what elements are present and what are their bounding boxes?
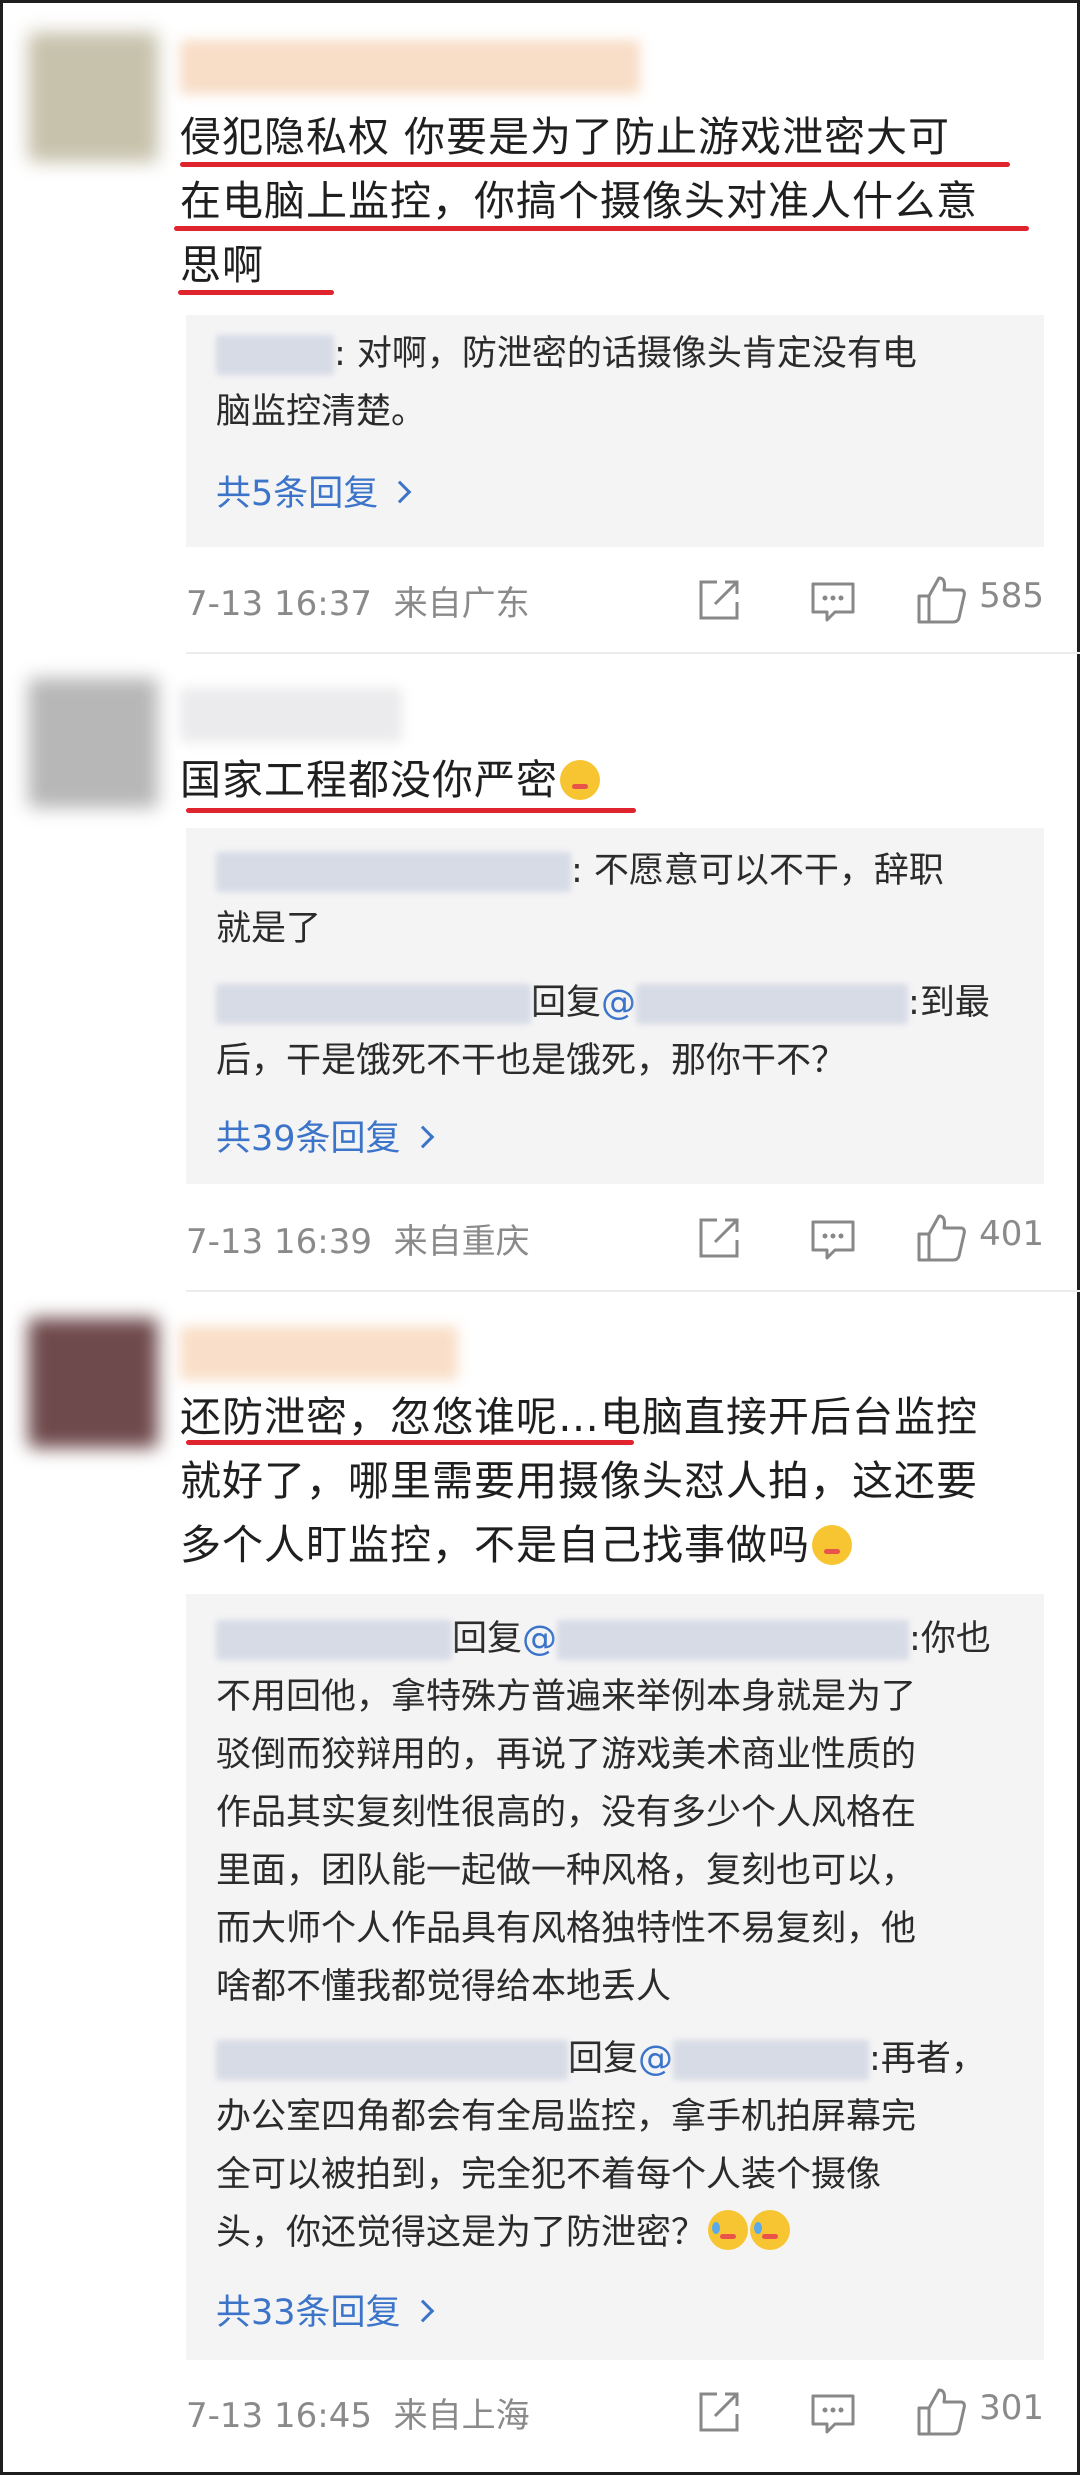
share-icon[interactable] [689,2382,749,2442]
reply-item-cont: 啥都不懂我都觉得给本地丢人 [216,1967,672,2007]
mention-username[interactable] [636,984,909,1024]
comment-footer: 7-13 16:37 来自广东 585 [186,570,1044,630]
reply-item-cont: 驳倒而狡辩用的，再说了游戏美术商业性质的 [216,1735,917,1775]
like-icon[interactable] [911,1208,971,1268]
share-icon[interactable] [689,1208,749,1268]
reply-item-cont: 后，干是饿死不干也是饿死，那你干不？ [216,1041,847,1081]
reply-username[interactable] [216,2040,568,2080]
comment-footer: 7-13 16:45 来自上海 301 [186,2382,1044,2442]
comment-footer: 7-13 16:39 来自重庆 401 [186,1208,1044,1268]
avatar[interactable] [28,678,158,808]
comment-icon[interactable] [803,1208,863,1268]
red-underline [174,226,1029,231]
username[interactable] [180,40,640,94]
reply-item-cont: 全可以被拍到，完全犯不着每个人装个摄像 [216,2155,882,2195]
comment-icon[interactable] [803,2382,863,2442]
like-icon[interactable] [911,570,971,630]
username[interactable] [180,688,402,742]
divider [186,652,1080,654]
reply-item: 回复@:再者， [216,2030,1016,2088]
emoji-icon [750,2210,791,2250]
comment-icon[interactable] [803,570,863,630]
red-underline [186,808,636,813]
comment-text: 国家工程都没你严密 [180,748,1060,812]
red-underline [178,290,334,295]
comment-text: 侵犯隐私权 你要是为了防止游戏泄密大可 在电脑上监控，你搞个摄像头对准人什么意 … [180,113,978,289]
reply-username[interactable] [216,852,571,892]
more-replies-link[interactable]: 共5条回复 [216,465,412,516]
avatar[interactable] [28,32,158,162]
reply-box[interactable]: : 不愿意可以不干，辞职 就是了 回复@:到最 后，干是饿死不干也是饿死，那你干… [186,828,1044,1184]
reply-item-cont: 作品其实复刻性很高的，没有多少个人风格在 [216,1793,917,1833]
timestamp-location: 7-13 16:37 来自广东 [186,584,530,624]
reply-item-cont: 而大师个人作品具有风格独特性不易复刻，他 [216,1909,917,1949]
reply-item: : 不愿意可以不干，辞职 [216,842,1016,900]
divider [186,1290,1080,1292]
share-icon[interactable] [689,570,749,630]
username[interactable] [180,1326,458,1380]
emoji-icon [560,760,600,800]
mention-username[interactable] [557,1620,910,1660]
emoji-icon [708,2210,749,2250]
reply-username[interactable] [216,335,334,375]
reply-box[interactable]: : 对啊，防泄密的话摄像头肯定没有电 脑监控清楚。 共5条回复 [186,315,1044,547]
chevron-right-icon [388,480,412,504]
chevron-right-icon [411,2299,434,2323]
more-replies-link[interactable]: 共33条回复 [216,2284,434,2335]
red-underline [180,162,1010,167]
reply-item: 回复@:到最 [216,974,1016,1032]
emoji-icon [812,1525,852,1565]
red-underline [186,1440,634,1445]
chevron-right-icon [411,1125,434,1149]
timestamp-location: 7-13 16:45 来自上海 [186,2396,530,2436]
reply-item-cont: 头，你还觉得这是为了防泄密？ [216,2204,1016,2262]
mention-username[interactable] [673,2040,870,2080]
reply-username[interactable] [216,1620,452,1660]
reply-item-cont: 不用回他，拿特殊方普遍来举例本身就是为了 [216,1677,917,1717]
reply-item-cont: 脑监控清楚。 [216,392,427,432]
like-count: 401 [979,1214,1044,1254]
avatar[interactable] [28,1318,158,1448]
timestamp-location: 7-13 16:39 来自重庆 [186,1222,530,1262]
reply-box[interactable]: 回复@:你也 不用回他，拿特殊方普遍来举例本身就是为了 驳倒而狡辩用的，再说了游… [186,1594,1044,2360]
comment-text: 还防泄密，忽悠谁呢…电脑直接开后台监控 就好了，哪里需要用摄像头怼人拍，这还要 … [180,1393,978,1569]
reply-item-cont: 就是了 [216,909,322,949]
reply-item: : 对啊，防泄密的话摄像头肯定没有电 [216,325,1016,383]
reply-item-cont: 办公室四角都会有全局监控，拿手机拍屏幕完 [216,2097,917,2137]
reply-username[interactable] [216,984,531,1024]
like-icon[interactable] [911,2382,971,2442]
more-replies-link[interactable]: 共39条回复 [216,1110,434,1161]
reply-item: 回复@:你也 [216,1610,1016,1668]
reply-item-cont: 里面，团队能一起做一种风格，复刻也可以， [216,1851,917,1891]
like-count: 301 [979,2388,1044,2428]
like-count: 585 [979,576,1044,616]
